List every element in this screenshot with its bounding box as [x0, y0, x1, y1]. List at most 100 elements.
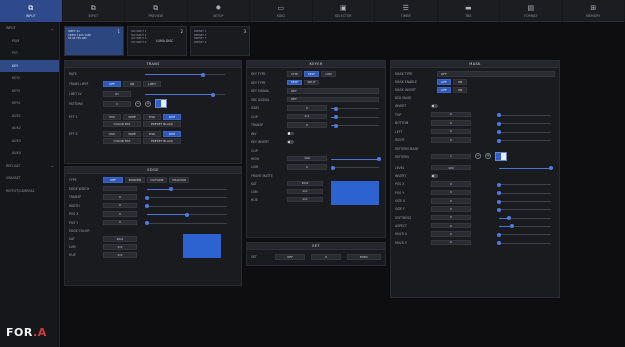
slider-knob[interactable]	[145, 204, 149, 208]
keyer-option-button[interactable]: CHR	[287, 71, 302, 77]
toolbar-button-3[interactable]: ✹ SETUP	[188, 0, 250, 22]
mask-option-button[interactable]: ON	[453, 87, 467, 93]
trans-option-button[interactable]: ON	[123, 81, 141, 87]
slider-knob[interactable]	[333, 115, 338, 119]
slider-knob[interactable]	[497, 121, 501, 126]
box-mask-invert-toggle[interactable]	[431, 104, 438, 108]
pattern-mask-value-field[interactable]: 0	[431, 214, 471, 221]
pattern-thumbnail[interactable]	[155, 99, 167, 108]
trans-option-button[interactable]: LIMIT	[143, 81, 161, 87]
edge-slider[interactable]	[147, 212, 227, 217]
sidebar-item-key3[interactable]: KEY3	[0, 85, 59, 98]
sidebar-item-pgm[interactable]: PGM	[0, 35, 59, 48]
mask-option-button[interactable]: OFF	[437, 87, 451, 93]
keyer-value-field[interactable]: 0	[287, 122, 327, 128]
sidebar-item-input[interactable]: INPUT ⌄	[0, 22, 59, 35]
sidebar-item-aux4[interactable]: AUX4	[0, 147, 59, 160]
slider-knob[interactable]	[497, 130, 501, 134]
set-value-field[interactable]: OFF	[275, 254, 305, 260]
toolbar-button-9[interactable]: ⊞ MEMORY	[563, 0, 625, 22]
toolbar-button-0[interactable]: ⧉ INPUT	[0, 0, 63, 22]
pattern-mask-slider[interactable]	[499, 224, 551, 229]
edge-slider[interactable]	[145, 204, 227, 208]
pattern-mask-slider[interactable]	[497, 191, 551, 196]
clip-value-field[interactable]: 100	[287, 155, 327, 161]
pattern-mask-value-field[interactable]: 0	[431, 206, 471, 212]
slider-knob[interactable]	[497, 241, 501, 245]
sidebar-item-pst[interactable]: PST	[0, 47, 59, 60]
keyer-option-button[interactable]: SELF	[287, 79, 302, 85]
keyer-slider[interactable]	[331, 115, 379, 119]
pattern-mask-slider[interactable]	[499, 216, 551, 221]
clip-value-field[interactable]: 0	[287, 164, 327, 170]
trans-option-button[interactable]: PRESET BLACK	[143, 138, 181, 144]
slider-knob[interactable]	[497, 182, 501, 187]
box-mask-slider[interactable]	[497, 130, 551, 134]
slider-knob[interactable]	[333, 123, 338, 128]
minus-icon[interactable]: −	[475, 153, 481, 159]
edge-value-field[interactable]: 0	[103, 202, 137, 208]
edge-type-button[interactable]: SHADOW	[169, 177, 189, 183]
mask-option-button[interactable]: ON	[453, 79, 467, 85]
edge-value-field[interactable]: 0	[103, 219, 137, 225]
slider-knob[interactable]	[497, 191, 501, 196]
pattern-mask-slider[interactable]	[497, 199, 551, 204]
edge-type-button[interactable]: OFF	[103, 177, 123, 183]
slider-knob[interactable]	[497, 207, 501, 212]
slider-knob[interactable]	[331, 165, 336, 170]
pattern-mask-thumbnail[interactable]	[495, 151, 507, 161]
sidebar-item-aux3[interactable]: AUX3	[0, 135, 59, 148]
trans-option-button[interactable]: MIX	[103, 114, 121, 120]
slider-knob[interactable]	[333, 106, 338, 111]
pattern-mask-value-field[interactable]: 0	[431, 222, 471, 229]
trans-slider[interactable]	[145, 92, 225, 97]
trans-option-button[interactable]: WIPE	[123, 114, 141, 120]
toolbar-button-4[interactable]: ▭ EDID	[250, 0, 313, 22]
clip-slider[interactable]	[331, 165, 379, 170]
slider-knob[interactable]	[497, 232, 501, 237]
trans-option-button[interactable]: DVE	[163, 131, 181, 137]
trans-option-button[interactable]: OFF	[103, 81, 121, 87]
front-matte-swatch[interactable]	[331, 180, 379, 205]
pattern-mask-value-field[interactable]: 1	[431, 153, 471, 159]
preset-card-3[interactable]: 3 PRESET 1 PRESET 2 PRESET 3 PRESET 4	[190, 26, 250, 56]
slider-knob[interactable]	[145, 221, 149, 225]
edge-value-field[interactable]	[103, 185, 137, 191]
keyer-value-field[interactable]: 0.1	[287, 113, 327, 119]
keyer-dropdown[interactable]: KEY	[287, 88, 379, 94]
sidebar-item-key[interactable]: KEY	[0, 59, 59, 72]
pattern-mask-slider[interactable]	[497, 241, 551, 245]
pattern-mask-slider[interactable]	[497, 207, 551, 212]
trans-option-button[interactable]: DSK	[143, 131, 161, 137]
pattern-mask-invert-toggle[interactable]	[431, 174, 438, 178]
box-mask-value-field[interactable]: 0	[431, 137, 471, 143]
toolbar-button-8[interactable]: ▤ FORMAT	[500, 0, 563, 22]
pattern-mask-slider[interactable]	[497, 182, 551, 187]
pattern-mask-slider[interactable]	[497, 232, 551, 237]
plus-icon[interactable]: +	[145, 100, 151, 107]
box-mask-slider[interactable]	[497, 121, 551, 126]
trans-option-button[interactable]: PRESET BLACK	[143, 121, 181, 127]
pattern-mask-value-field[interactable]: 0	[431, 231, 471, 237]
keyer-option-button[interactable]: LUM	[321, 71, 336, 77]
edge-type-button[interactable]: OUTLINE	[147, 177, 167, 183]
edge-slider[interactable]	[145, 221, 227, 225]
edge-color-value[interactable]: 0.0	[103, 244, 137, 250]
edge-value-field[interactable]: 0	[103, 211, 137, 217]
pattern-mask-value-field[interactable]: 0	[431, 239, 471, 245]
keyer-value-field[interactable]: 0	[287, 105, 327, 111]
keyer-option-button[interactable]: SPLIT	[304, 79, 319, 85]
toolbar-button-6[interactable]: ☰ TIMER	[375, 0, 438, 22]
trans-option-button[interactable]: COLOR MIX	[103, 121, 141, 127]
trans-slider[interactable]	[145, 72, 225, 77]
keyer-slider[interactable]	[331, 123, 379, 128]
slider-knob[interactable]	[497, 138, 501, 143]
trans-value-field[interactable]: 01	[103, 91, 131, 97]
sidebar-item-grasset[interactable]: GRASSET	[0, 172, 59, 185]
slider-knob[interactable]	[549, 166, 553, 171]
trans-option-button[interactable]: WIPE	[123, 131, 141, 137]
toolbar-button-2[interactable]: ⧉ PREVIEW	[125, 0, 188, 22]
slider-knob[interactable]	[497, 199, 501, 204]
sidebar-item-key2[interactable]: KEY2	[0, 72, 59, 85]
sidebar-item-aux1[interactable]: AUX1	[0, 110, 59, 123]
